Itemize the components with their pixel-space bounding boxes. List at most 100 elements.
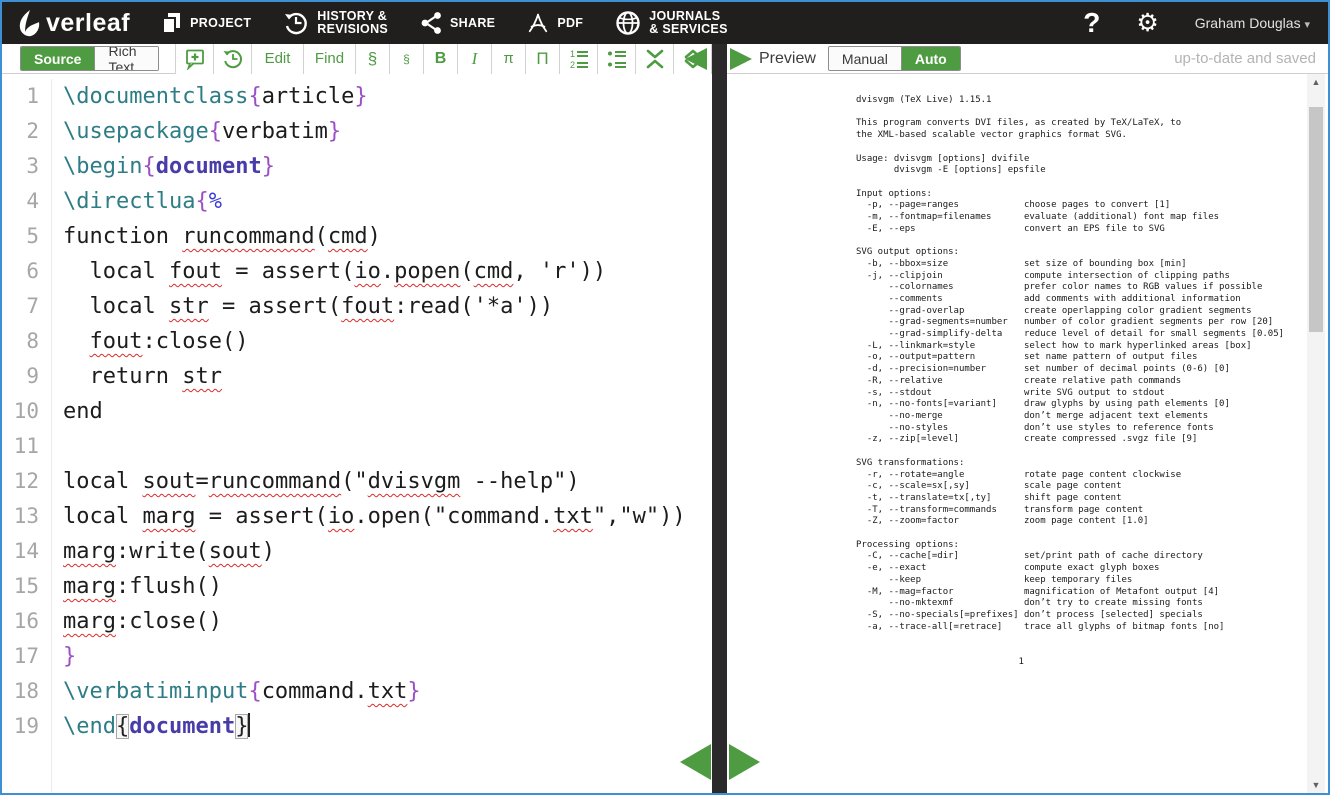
- pdf-acrobat-icon: [527, 11, 549, 35]
- history-clock-icon: [283, 10, 309, 36]
- numbered-list-button[interactable]: 1 2: [560, 44, 598, 74]
- add-comment-button[interactable]: [176, 44, 214, 74]
- tab-source[interactable]: Source: [21, 47, 94, 70]
- code-area[interactable]: \documentclass{article}\usepackage{verba…: [52, 79, 712, 793]
- nav-label: PDF: [557, 17, 583, 30]
- undo-clock-icon: [222, 48, 244, 70]
- chevrons-collapse-icon: [644, 48, 666, 70]
- code-line: \end{document}: [63, 709, 712, 744]
- code-line: local marg = assert(io.open("command.txt…: [63, 499, 712, 534]
- line-number: 19: [2, 709, 39, 744]
- editor-pane: Source Rich Text: [2, 44, 712, 793]
- editor-toolbar: Source Rich Text: [2, 44, 712, 74]
- bullet-list-button[interactable]: [598, 44, 636, 74]
- preview-pane: Preview Manual Auto up-to-date and saved…: [727, 44, 1328, 793]
- editor-toolbar-buttons: Edit Find § § B I π Π 1 2: [175, 44, 712, 74]
- nav-label-line2: REVISIONS: [317, 22, 388, 36]
- line-number: 10: [2, 394, 39, 429]
- line-number: 17: [2, 639, 39, 674]
- code-line: }: [63, 639, 712, 674]
- italic-button[interactable]: I: [458, 44, 492, 74]
- line-number: 14: [2, 534, 39, 569]
- project-pages-icon: [160, 11, 182, 35]
- line-number: 3: [2, 149, 39, 184]
- display-math-button[interactable]: Π: [526, 44, 560, 74]
- compile-mode-toggle: Manual Auto: [828, 46, 961, 71]
- line-number: 11: [2, 429, 39, 464]
- text-cursor: [248, 713, 250, 737]
- line-number: 4: [2, 184, 39, 219]
- code-line: local sout=runcommand("dvisvgm --help"): [63, 464, 712, 499]
- navbar-menu: PROJECT HISTORY &REVISIONS: [160, 10, 728, 36]
- code-line: return str: [63, 359, 712, 394]
- globe-icon: [615, 10, 641, 36]
- help-button[interactable]: ?: [1083, 9, 1100, 37]
- nav-label-line2: & SERVICES: [649, 22, 728, 36]
- pane-divider[interactable]: [712, 44, 727, 793]
- code-line: \verbatiminput{command.txt}: [63, 674, 712, 709]
- line-number: 1: [2, 79, 39, 114]
- nav-item-history-revisions[interactable]: HISTORY &REVISIONS: [283, 10, 388, 36]
- code-line: [63, 429, 712, 464]
- line-number: 9: [2, 359, 39, 394]
- edit-button[interactable]: Edit: [252, 44, 304, 74]
- source-richtext-toggle: Source Rich Text: [20, 46, 159, 71]
- navbar-right: ? ⚙ Graham Douglas ▾: [1083, 9, 1310, 37]
- preview-toolbar: Preview Manual Auto up-to-date and saved: [727, 44, 1328, 74]
- save-status: up-to-date and saved: [1174, 50, 1316, 67]
- section-button[interactable]: §: [356, 44, 390, 74]
- pdf-scrollbar[interactable]: ▲ ▼: [1307, 74, 1325, 793]
- bullet-list-icon: [606, 48, 628, 70]
- user-menu[interactable]: Graham Douglas ▾: [1195, 15, 1310, 31]
- code-line: marg:flush(): [63, 569, 712, 604]
- tab-rich-text[interactable]: Rich Text: [94, 47, 158, 70]
- pdf-text: dvisvgm (TeX Live) 1.15.1 This program c…: [856, 95, 1284, 668]
- main-split: Source Rich Text: [2, 44, 1328, 793]
- collapse-editor-left-arrow[interactable]: [685, 48, 707, 70]
- nav-label-line1: JOURNALS: [649, 9, 720, 23]
- line-number: 8: [2, 324, 39, 359]
- line-number: 13: [2, 499, 39, 534]
- overleaf-window: verleaf PROJECT: [0, 0, 1330, 795]
- scroll-down-arrow[interactable]: ▼: [1307, 777, 1325, 793]
- overleaf-logo[interactable]: verleaf: [16, 8, 130, 38]
- collapse-panes-button[interactable]: [636, 44, 674, 74]
- settings-gear-icon[interactable]: ⚙: [1136, 11, 1158, 36]
- top-navbar: verleaf PROJECT: [2, 2, 1328, 44]
- line-number: 15: [2, 569, 39, 604]
- subsection-button[interactable]: §: [390, 44, 424, 74]
- nav-label-line1: HISTORY &: [317, 9, 387, 23]
- inline-math-button[interactable]: π: [492, 44, 526, 74]
- gutter: 12345678910111213141516171819: [2, 79, 52, 793]
- scrollbar-thumb[interactable]: [1309, 107, 1323, 332]
- nav-item-pdf[interactable]: PDF: [527, 11, 583, 35]
- nav-label: PROJECT: [190, 17, 251, 30]
- code-line: \directlua{%: [63, 184, 712, 219]
- code-line: \begin{document}: [63, 149, 712, 184]
- source-editor[interactable]: 12345678910111213141516171819 \documentc…: [2, 74, 712, 793]
- line-number: 18: [2, 674, 39, 709]
- nav-label: SHARE: [450, 17, 495, 30]
- line-number: 7: [2, 289, 39, 324]
- code-line: function runcommand(cmd): [63, 219, 712, 254]
- compile-auto-button[interactable]: Auto: [901, 47, 960, 70]
- code-line: local fout = assert(io.popen(cmd, 'r')): [63, 254, 712, 289]
- collapse-left-arrow-bottom[interactable]: [680, 744, 711, 780]
- bold-button[interactable]: B: [424, 44, 458, 74]
- preview-label: Preview: [759, 50, 816, 68]
- nav-item-journals-services[interactable]: JOURNALS& SERVICES: [615, 10, 728, 36]
- line-number: 2: [2, 114, 39, 149]
- code-line: end: [63, 394, 712, 429]
- compile-manual-button[interactable]: Manual: [829, 47, 901, 70]
- code-line: local str = assert(fout:read('*a')): [63, 289, 712, 324]
- logo-text: verleaf: [46, 9, 130, 38]
- find-button[interactable]: Find: [304, 44, 356, 74]
- nav-item-project[interactable]: PROJECT: [160, 11, 251, 35]
- nav-item-share[interactable]: SHARE: [420, 11, 495, 35]
- history-button[interactable]: [214, 44, 252, 74]
- svg-text:1: 1: [570, 49, 575, 59]
- scroll-up-arrow[interactable]: ▲: [1307, 74, 1325, 90]
- collapse-right-arrow-bottom[interactable]: [729, 744, 760, 780]
- collapse-preview-right-arrow[interactable]: [730, 48, 752, 70]
- line-number: 12: [2, 464, 39, 499]
